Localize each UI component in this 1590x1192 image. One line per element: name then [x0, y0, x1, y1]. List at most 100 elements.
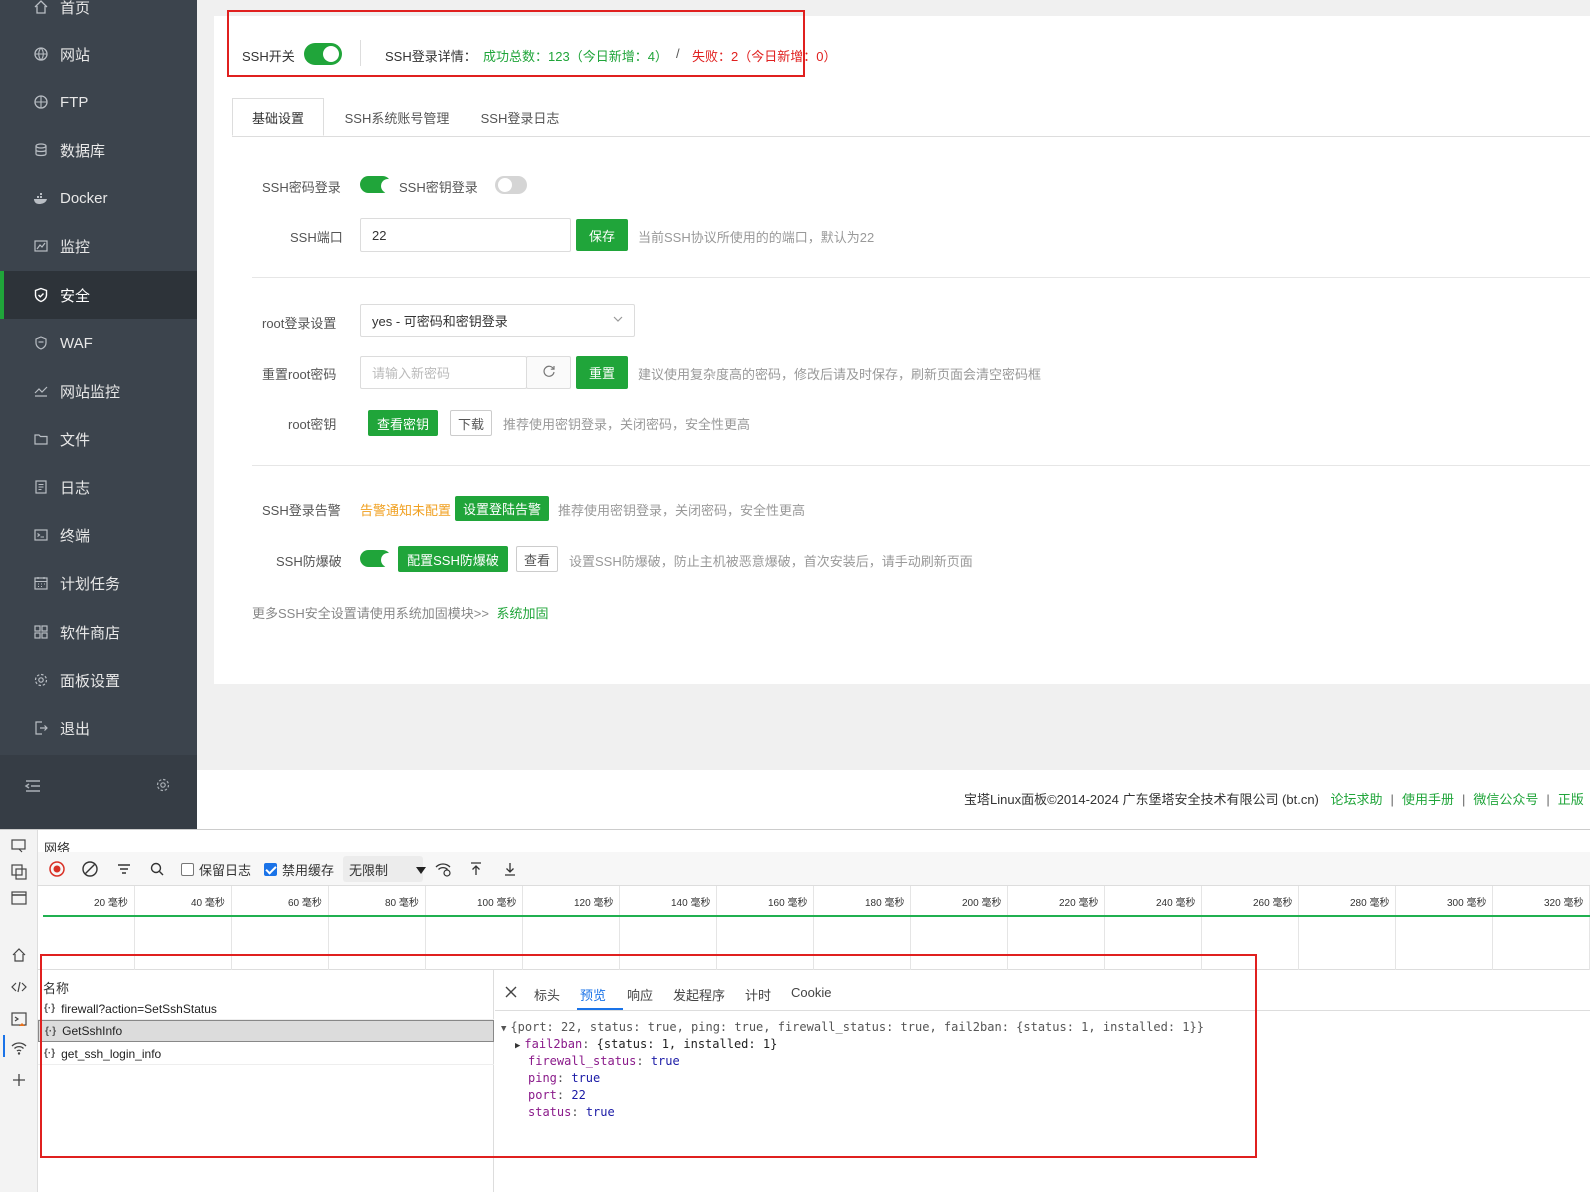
save-port-button[interactable]: 保存 — [576, 219, 628, 251]
database-icon — [32, 141, 50, 159]
sidebar-item-home[interactable]: 首页 — [0, 0, 197, 31]
ssh-brute-force-toggle[interactable] — [360, 550, 395, 567]
ftp-globe-icon — [32, 93, 50, 111]
tab-headers[interactable]: 标头 — [534, 985, 560, 1004]
preview-port-row: port: 22 — [528, 1088, 586, 1102]
site-monitor-icon — [32, 382, 50, 400]
ssh-port-input[interactable]: 22 — [360, 218, 571, 252]
timeline-label: 280 毫秒 — [1350, 898, 1390, 909]
collapse-menu-icon[interactable] — [24, 777, 44, 797]
footer-link-genuine[interactable]: 正版 — [1558, 792, 1584, 807]
filter-icon[interactable] — [116, 860, 132, 878]
sidebar-item-label: 面板设置 — [60, 672, 121, 690]
folder-icon — [32, 430, 50, 448]
sidebar-item-monitor[interactable]: 监控 — [0, 222, 197, 270]
reset-password-hint: 建议使用复杂度高的密码，修改后请及时保存，刷新页面会清空密码框 — [638, 367, 1042, 382]
timeline-label: 60 毫秒 — [288, 898, 322, 909]
name-column-header[interactable]: 名称 — [43, 978, 69, 997]
tab-basic-settings[interactable]: 基础设置 — [232, 98, 324, 136]
preserve-log-checkbox[interactable]: 保留日志 — [181, 860, 251, 878]
fetch-request-icon: {·} — [44, 1048, 56, 1059]
tab-preview[interactable]: 预览 — [580, 985, 606, 1004]
sidebar-settings-icon[interactable] — [155, 777, 175, 797]
import-har-icon[interactable] — [468, 860, 484, 878]
close-detail-icon[interactable] — [504, 985, 518, 1002]
footer-link-manual[interactable]: 使用手册 — [1402, 792, 1454, 807]
preserve-log-label: 保留日志 — [199, 862, 252, 878]
system-hardening-link[interactable]: 系统加固 — [497, 606, 549, 621]
json-value: true — [650, 1054, 680, 1068]
sidebar-item-panel-settings[interactable]: 面板设置 — [0, 656, 197, 704]
sidebar-item-database[interactable]: 数据库 — [0, 126, 197, 174]
ssh-key-login-toggle[interactable] — [495, 176, 527, 194]
ssh-login-details-label: SSH登录详情： — [385, 49, 477, 64]
root-login-select[interactable]: yes - 可密码和密钥登录 — [360, 304, 635, 337]
sidebar-item-label: 安全 — [60, 287, 91, 305]
clear-icon[interactable] — [81, 860, 99, 878]
tab-initiator[interactable]: 发起程序 — [673, 985, 725, 1004]
preview-summary-row[interactable]: ▼ {port: 22, status: true, ping: true, fi… — [501, 1020, 1204, 1034]
window-icon[interactable] — [9, 888, 29, 908]
ssh-password-login-toggle[interactable] — [360, 176, 395, 193]
generate-password-button[interactable] — [526, 356, 571, 389]
section-divider — [252, 277, 1590, 278]
set-login-alarm-button[interactable]: 设置登陆告警 — [455, 496, 549, 521]
inspect-element-icon[interactable] — [9, 862, 29, 882]
tab-ssh-login-logs[interactable]: SSH登录日志 — [474, 98, 566, 136]
request-row-selected[interactable]: {·} GetSshInfo — [38, 1020, 494, 1042]
reset-password-button[interactable]: 重置 — [576, 356, 628, 389]
search-icon[interactable] — [149, 860, 165, 878]
tab-cookie[interactable]: Cookie — [791, 985, 831, 1000]
throttle-select[interactable]: 无限制 — [343, 856, 426, 882]
sidebar-item-logs[interactable]: 日志 — [0, 463, 197, 511]
config-brute-force-button[interactable]: 配置SSH防爆破 — [398, 546, 508, 572]
sidebar-item-ftp[interactable]: FTP — [0, 78, 197, 126]
request-row[interactable]: {·} firewall?action=SetSshStatus — [38, 998, 494, 1020]
add-tool-icon[interactable] — [9, 1070, 29, 1090]
network-wifi-icon[interactable] — [9, 1038, 29, 1058]
export-har-icon[interactable] — [502, 860, 518, 878]
sidebar-item-files[interactable]: 文件 — [0, 415, 197, 463]
disable-cache-label: 禁用缓存 — [282, 862, 335, 878]
view-key-button[interactable]: 查看密钥 — [368, 410, 438, 436]
apps-grid-icon — [32, 623, 50, 641]
sidebar-item-site-monitor[interactable]: 网站监控 — [0, 367, 197, 415]
reset-root-password-label: 重置root密码 — [262, 367, 337, 382]
sidebar-item-logout[interactable]: 退出 — [0, 704, 197, 752]
ssh-port-label: SSH端口 — [290, 230, 343, 245]
ssh-switch-toggle[interactable] — [304, 43, 342, 65]
view-brute-force-button[interactable]: 查看 — [516, 546, 558, 572]
download-key-button[interactable]: 下载 — [450, 410, 492, 436]
disable-cache-checkbox[interactable]: 禁用缓存 — [264, 860, 334, 878]
welcome-home-icon[interactable] — [9, 945, 29, 965]
sidebar-item-cron[interactable]: 计划任务 — [0, 559, 197, 607]
sidebar-item-waf[interactable]: WAF — [0, 319, 197, 367]
sidebar-item-website[interactable]: 网站 — [0, 30, 197, 78]
sidebar-item-app-store[interactable]: 软件商店 — [0, 608, 197, 656]
tabs-baseline — [232, 136, 1590, 137]
json-value: 22 — [571, 1088, 586, 1102]
tab-ssh-accounts[interactable]: SSH系统账号管理 — [336, 98, 458, 136]
ssh-key-login-label: SSH密钥登录 — [399, 180, 478, 195]
footer-link-forum[interactable]: 论坛求助 — [1331, 792, 1383, 807]
device-emulation-icon[interactable] — [9, 836, 29, 856]
network-timeline: 20 毫秒 40 毫秒 60 毫秒 80 毫秒 100 毫秒 120 毫秒 14… — [38, 886, 1590, 970]
sidebar-item-security[interactable]: 安全 — [0, 271, 197, 319]
new-password-input[interactable]: 请输入新密码 — [360, 356, 527, 389]
record-icon[interactable] — [48, 860, 66, 878]
console-icon[interactable] — [9, 1009, 29, 1029]
elements-code-icon[interactable] — [9, 977, 29, 997]
sidebar-item-label: 监控 — [60, 238, 91, 256]
sidebar-item-terminal[interactable]: 终端 — [0, 511, 197, 559]
preview-fail2ban-row[interactable]: ▶ fail2ban: {status: 1, installed: 1} — [515, 1037, 777, 1051]
request-row[interactable]: {·} get_ssh_login_info — [38, 1043, 494, 1065]
json-key: status — [528, 1105, 572, 1119]
monitor-chart-icon — [32, 237, 50, 255]
tab-timing[interactable]: 计时 — [745, 985, 771, 1004]
sidebar-item-docker[interactable]: Docker — [0, 174, 197, 222]
footer-link-wechat[interactable]: 微信公众号 — [1473, 792, 1538, 807]
ssh-settings-card: SSH开关 SSH登录详情： 成功总数：123（今日新增：4） / 失败：2（今… — [214, 10, 1590, 684]
sidebar: 首页 网站 FTP 数据库 Docker 监控 安全 WAF 网站监控 文件 日… — [0, 0, 197, 829]
network-conditions-icon[interactable] — [434, 860, 452, 878]
tab-response[interactable]: 响应 — [627, 985, 653, 1004]
